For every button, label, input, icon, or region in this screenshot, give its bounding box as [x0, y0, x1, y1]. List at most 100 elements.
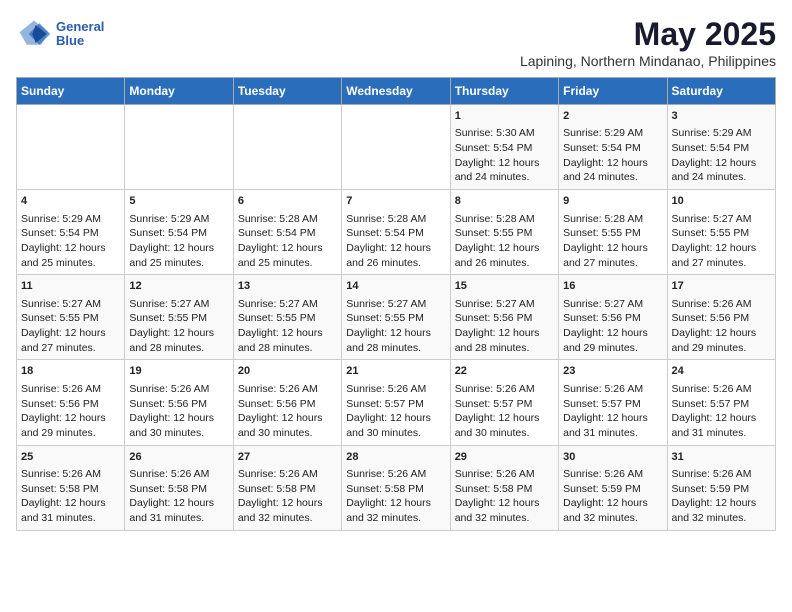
day-info: Sunrise: 5:28 AM: [238, 212, 337, 227]
day-info: and 29 minutes.: [672, 341, 771, 356]
calendar-cell: 19Sunrise: 5:26 AMSunset: 5:56 PMDayligh…: [125, 360, 233, 445]
day-info: Sunrise: 5:26 AM: [21, 467, 120, 482]
title-area: May 2025 Lapining, Northern Mindanao, Ph…: [520, 16, 776, 69]
day-info: Sunrise: 5:27 AM: [129, 297, 228, 312]
day-number: 18: [21, 364, 120, 379]
day-info: Daylight: 12 hours: [238, 496, 337, 511]
day-info: Sunrise: 5:26 AM: [346, 467, 445, 482]
day-info: and 25 minutes.: [238, 256, 337, 271]
calendar-cell: 5Sunrise: 5:29 AMSunset: 5:54 PMDaylight…: [125, 190, 233, 275]
day-number: 1: [455, 109, 554, 124]
day-number: 28: [346, 450, 445, 465]
day-info: Sunrise: 5:28 AM: [346, 212, 445, 227]
day-info: and 24 minutes.: [455, 170, 554, 185]
calendar-cell: 1Sunrise: 5:30 AMSunset: 5:54 PMDaylight…: [450, 105, 558, 190]
day-info: Daylight: 12 hours: [238, 411, 337, 426]
day-info: and 30 minutes.: [129, 426, 228, 441]
day-info: Sunrise: 5:29 AM: [672, 126, 771, 141]
day-info: Sunrise: 5:26 AM: [238, 467, 337, 482]
day-info: Daylight: 12 hours: [238, 326, 337, 341]
day-info: and 27 minutes.: [672, 256, 771, 271]
calendar-cell: 7 Sunrise: 5:28 AMSunset: 5:54 PMDaylight…: [342, 190, 450, 275]
calendar-cell: 28Sunrise: 5:26 AMSunset: 5:58 PMDayligh…: [342, 445, 450, 530]
day-info: and 31 minutes.: [672, 426, 771, 441]
calendar-cell: 25Sunrise: 5:26 AMSunset: 5:58 PMDayligh…: [17, 445, 125, 530]
day-info: Sunrise: 5:26 AM: [455, 467, 554, 482]
calendar-cell: 10Sunrise: 5:27 AMSunset: 5:55 PMDayligh…: [667, 190, 775, 275]
day-info: and 26 minutes.: [346, 256, 445, 271]
calendar-cell: 16Sunrise: 5:27 AMSunset: 5:56 PMDayligh…: [559, 275, 667, 360]
day-info: Daylight: 12 hours: [346, 241, 445, 256]
day-info: Sunrise: 5:27 AM: [563, 297, 662, 312]
day-info: Sunrise: 5:29 AM: [129, 212, 228, 227]
logo-icon: [16, 16, 52, 52]
logo-line2: Blue: [56, 34, 104, 48]
calendar-cell: 27Sunrise: 5:26 AMSunset: 5:58 PMDayligh…: [233, 445, 341, 530]
calendar-cell: 21Sunrise: 5:26 AMSunset: 5:57 PMDayligh…: [342, 360, 450, 445]
col-header-sunday: Sunday: [17, 78, 125, 105]
calendar-cell: 14Sunrise: 5:27 AMSunset: 5:55 PMDayligh…: [342, 275, 450, 360]
day-number: 17: [672, 279, 771, 294]
day-info: and 24 minutes.: [563, 170, 662, 185]
day-number: 29: [455, 450, 554, 465]
day-info: Sunset: 5:57 PM: [346, 397, 445, 412]
day-info: Daylight: 12 hours: [455, 411, 554, 426]
day-info: Sunset: 5:58 PM: [346, 482, 445, 497]
calendar-cell: 17Sunrise: 5:26 AMSunset: 5:56 PMDayligh…: [667, 275, 775, 360]
day-info: Daylight: 12 hours: [672, 496, 771, 511]
calendar-cell: [342, 105, 450, 190]
day-info: Sunrise: 5:26 AM: [238, 382, 337, 397]
day-number: 7: [346, 194, 445, 209]
day-number: 25: [21, 450, 120, 465]
day-info: Sunrise: 5:27 AM: [238, 297, 337, 312]
subtitle: Lapining, Northern Mindanao, Philippines: [520, 53, 776, 69]
day-info: and 29 minutes.: [563, 341, 662, 356]
day-info: Sunset: 5:59 PM: [563, 482, 662, 497]
calendar-cell: 15Sunrise: 5:27 AMSunset: 5:56 PMDayligh…: [450, 275, 558, 360]
calendar-cell: [17, 105, 125, 190]
day-info: Sunset: 5:55 PM: [455, 226, 554, 241]
day-number: 23: [563, 364, 662, 379]
day-info: Sunrise: 5:28 AM: [455, 212, 554, 227]
col-header-saturday: Saturday: [667, 78, 775, 105]
day-number: 31: [672, 450, 771, 465]
day-info: and 30 minutes.: [238, 426, 337, 441]
day-number: 3: [672, 109, 771, 124]
calendar-cell: 12Sunrise: 5:27 AMSunset: 5:55 PMDayligh…: [125, 275, 233, 360]
day-info: and 32 minutes.: [672, 511, 771, 526]
day-info: Sunset: 5:56 PM: [672, 311, 771, 326]
day-number: 30: [563, 450, 662, 465]
calendar-cell: 13Sunrise: 5:27 AMSunset: 5:55 PMDayligh…: [233, 275, 341, 360]
day-info: Sunset: 5:54 PM: [455, 141, 554, 156]
day-info: Sunset: 5:55 PM: [238, 311, 337, 326]
day-info: Sunset: 5:56 PM: [21, 397, 120, 412]
day-info: Daylight: 12 hours: [672, 156, 771, 171]
day-info: Sunrise: 5:27 AM: [21, 297, 120, 312]
day-info: Sunset: 5:58 PM: [129, 482, 228, 497]
day-info: Daylight: 12 hours: [672, 241, 771, 256]
day-info: Sunrise: 5:26 AM: [563, 467, 662, 482]
col-header-monday: Monday: [125, 78, 233, 105]
calendar-table: SundayMondayTuesdayWednesdayThursdayFrid…: [16, 77, 776, 531]
day-info: Sunset: 5:58 PM: [455, 482, 554, 497]
day-info: and 29 minutes.: [21, 426, 120, 441]
calendar-cell: 8Sunrise: 5:28 AMSunset: 5:55 PMDaylight…: [450, 190, 558, 275]
day-number: 14: [346, 279, 445, 294]
calendar-cell: 31Sunrise: 5:26 AMSunset: 5:59 PMDayligh…: [667, 445, 775, 530]
day-info: Daylight: 12 hours: [563, 411, 662, 426]
day-info: Daylight: 12 hours: [563, 156, 662, 171]
day-info: Sunset: 5:55 PM: [21, 311, 120, 326]
col-header-tuesday: Tuesday: [233, 78, 341, 105]
day-info: Sunrise: 5:29 AM: [21, 212, 120, 227]
col-header-wednesday: Wednesday: [342, 78, 450, 105]
day-info: Sunset: 5:54 PM: [672, 141, 771, 156]
calendar-cell: 23Sunrise: 5:26 AMSunset: 5:57 PMDayligh…: [559, 360, 667, 445]
day-info: Sunset: 5:54 PM: [346, 226, 445, 241]
day-info: Daylight: 12 hours: [129, 411, 228, 426]
day-info: Sunset: 5:55 PM: [672, 226, 771, 241]
day-info: Sunrise: 5:27 AM: [455, 297, 554, 312]
day-number: 19: [129, 364, 228, 379]
day-info: Daylight: 12 hours: [21, 496, 120, 511]
day-info: Sunrise: 5:27 AM: [346, 297, 445, 312]
header: General Blue May 2025 Lapining, Northern…: [16, 16, 776, 69]
